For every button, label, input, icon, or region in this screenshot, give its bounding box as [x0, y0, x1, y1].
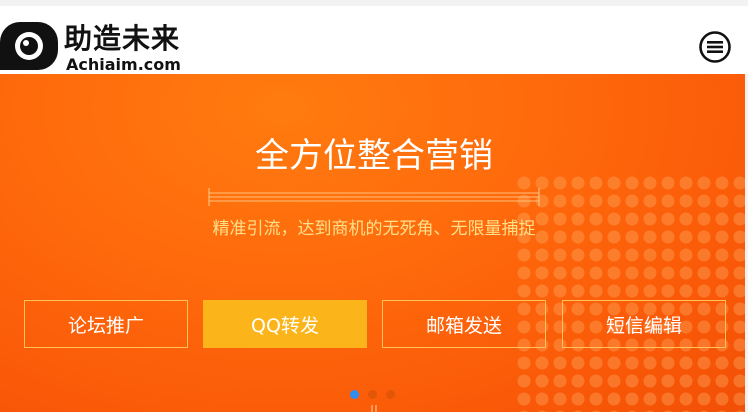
title-divider	[208, 188, 540, 206]
site-logo[interactable]: 助造未来 Achiaim.com	[0, 12, 190, 74]
qq-forward-button[interactable]: QQ转发	[203, 300, 367, 348]
hero-banner: 全方位整合营销 精准引流，达到商机的无死角、无限量捕捉 论坛推广 QQ转发 邮箱…	[0, 74, 745, 412]
dot-pattern-decoration	[515, 174, 745, 412]
logo-subtitle: Achiaim.com	[66, 55, 181, 74]
hamburger-menu-icon[interactable]	[698, 30, 732, 64]
carousel-dot-1[interactable]	[350, 390, 359, 399]
hero-title: 全方位整合营销	[255, 136, 493, 176]
forum-promotion-button[interactable]: 论坛推广	[24, 300, 188, 348]
carousel-pager	[350, 390, 400, 400]
site-header: 助造未来 Achiaim.com	[0, 6, 748, 74]
email-send-button[interactable]: 邮箱发送	[382, 300, 546, 348]
carousel-dot-3[interactable]	[386, 390, 395, 399]
logo-title: 助造未来	[64, 22, 181, 55]
camera-eye-logo-icon	[0, 22, 58, 70]
sms-edit-button[interactable]: 短信编辑	[562, 300, 726, 348]
scroll-down-indicator-icon	[371, 405, 377, 412]
hero-subtitle: 精准引流，达到商机的无死角、无限量捕捉	[212, 219, 536, 239]
carousel-dot-2[interactable]	[368, 390, 377, 399]
